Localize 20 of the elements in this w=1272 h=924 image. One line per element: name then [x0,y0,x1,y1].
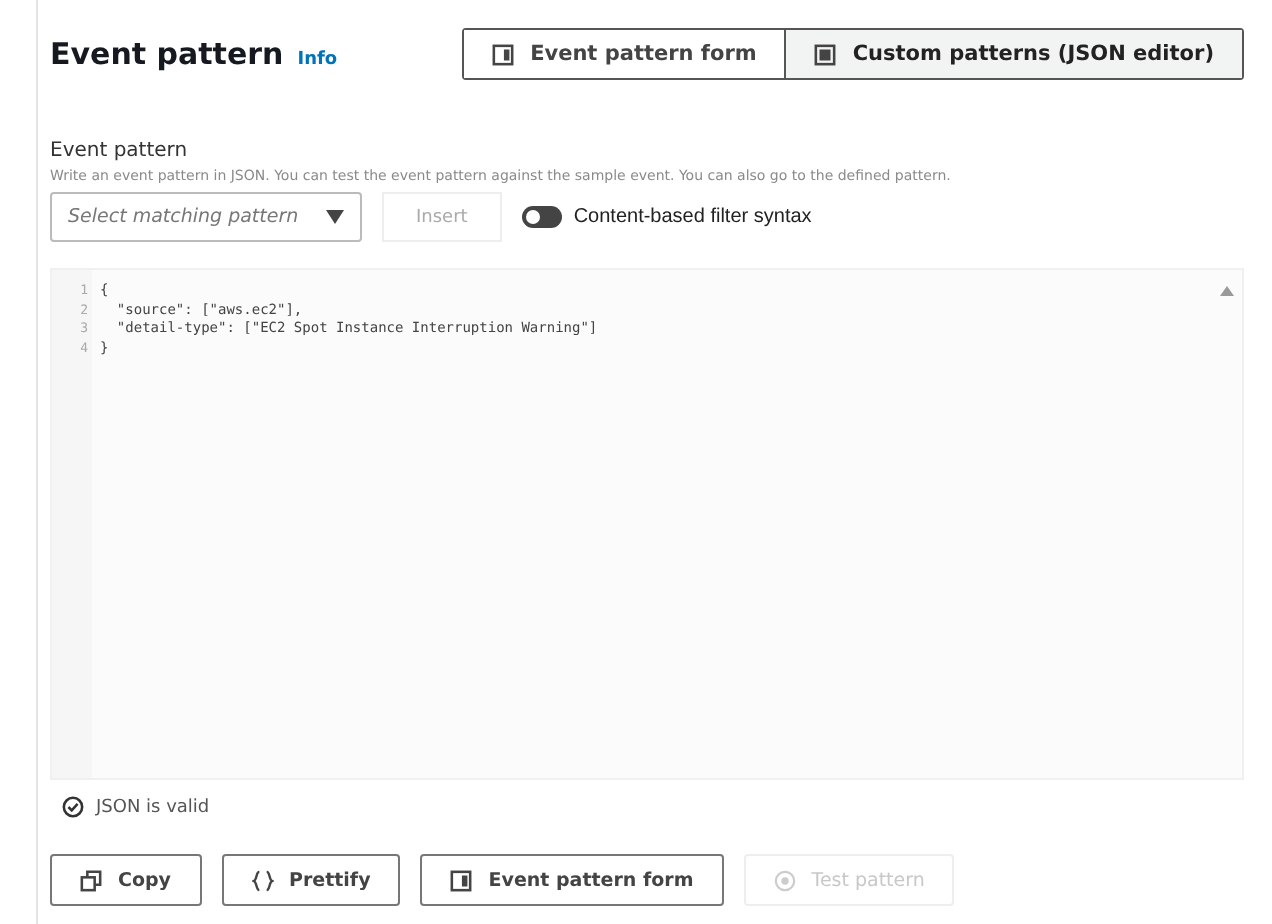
braces-icon [251,869,273,891]
action-button[interactable]: Copy [50,854,201,906]
panel-icon [814,43,837,65]
field-label: Event pattern [50,140,190,162]
panel-icon [492,43,515,65]
target-icon [773,869,796,891]
pattern-dropdown[interactable]: Select matching pattern [50,192,362,242]
validation-message: JSON is valid [96,797,210,817]
action-button[interactable]: Prettify [221,854,401,906]
info-link[interactable]: Info [297,50,338,70]
copy-icon [80,869,102,891]
scroll-up-icon[interactable] [1220,286,1234,296]
toggle-label: Content-based filter syntax [573,206,812,228]
panel-icon [450,869,473,891]
segment-button[interactable]: Custom patterns (JSON editor) [784,30,1242,78]
action-button[interactable]: Event pattern form [420,854,724,906]
toggle-switch[interactable] [521,206,562,228]
filter-toggle[interactable]: Content-based filter syntax [521,206,812,228]
section-title: Event pattern [50,36,284,72]
caret-icon [326,210,344,224]
